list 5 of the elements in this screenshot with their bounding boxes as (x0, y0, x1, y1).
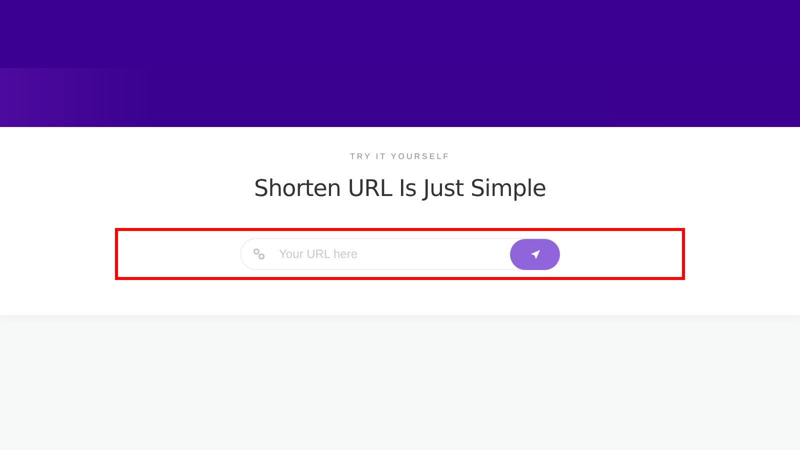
section-eyebrow: TRY IT YOURSELF (350, 152, 450, 161)
section-title: Shorten URL Is Just Simple (254, 176, 546, 202)
send-icon (530, 248, 540, 260)
submit-button[interactable] (510, 238, 560, 270)
link-icon (253, 248, 265, 260)
